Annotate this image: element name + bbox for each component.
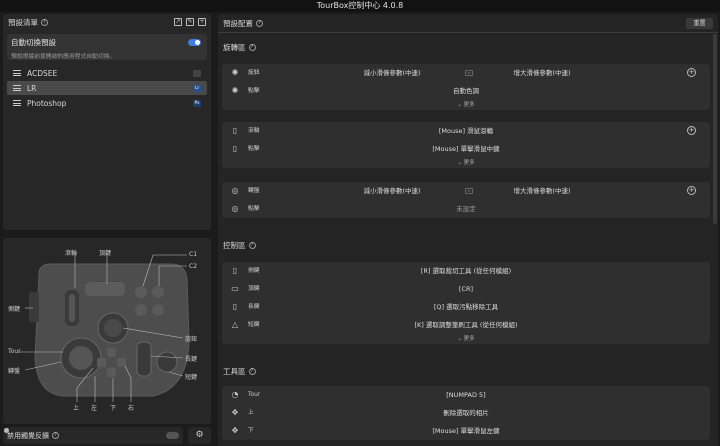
dial-click-row[interactable]: ◎ 點擊 未設定 (222, 200, 710, 218)
add-icon[interactable]: + (198, 18, 206, 26)
scroll-click-row[interactable]: ▯ 點擊 [Mouse] 單擊滑鼠中鍵 (222, 140, 710, 158)
more-button[interactable]: ⌄ 更多 (222, 334, 710, 344)
knob-left-action[interactable]: 減小滑條參數(中速) (322, 64, 462, 82)
auto-switch-desc: 預設根據前景開啟的應用程式自動切換。 (11, 54, 116, 60)
export-icon[interactable]: ↗ (174, 18, 182, 26)
dial-left-action[interactable]: 減小滑條參數(中速) (322, 182, 462, 200)
preset-list: ACDSEE LR Lr Photoshop Ps (3, 66, 211, 110)
more-button[interactable]: ⌄ 更多 (222, 100, 710, 110)
knob-icon: ✺ (231, 68, 239, 77)
label-tall: 長鍵 (185, 356, 198, 363)
control-group: ▯ 側鍵 [R] 選取裁切工具 (從任何模組) ▭ 頂鍵 [CR] ▯ 長鍵 [Q] 選取污點移… (222, 262, 710, 344)
control-row[interactable]: ▯ 側鍵 [R] 選取裁切工具 (從任何模組) (222, 262, 710, 280)
section-control: 控制區? (223, 240, 256, 251)
add-combo-icon[interactable]: + (687, 186, 696, 195)
knob-click-row[interactable]: ✺ 點擊 自動色調 (222, 82, 710, 100)
label-short: 短鍵 (185, 374, 198, 381)
menu-icon (13, 85, 21, 91)
left-panel: 預設清單 ? ↗ ✎ + 自動切換預設 預設根據前景開啟的應用程式自動切換。 A… (0, 12, 214, 446)
add-combo-icon[interactable]: + (687, 68, 696, 77)
section-tool: 工具區? (223, 366, 256, 377)
app-badge-icon: Ps (193, 99, 201, 107)
knob-right-action[interactable]: 增大滑條參數(中速) (472, 64, 612, 82)
label-right: 右 (128, 405, 135, 412)
tool-help-icon[interactable]: ? (248, 368, 256, 375)
chevron-down-icon: ⌄ (457, 336, 462, 342)
preset-list-title: 預設清單 (8, 17, 38, 27)
preset-item[interactable]: ACDSEE (7, 66, 207, 80)
help-icon[interactable]: ? (41, 18, 48, 26)
label-tour: Tour (8, 348, 21, 355)
preset-list-header: 預設清單 ? ↗ ✎ + (3, 14, 211, 30)
tool-row[interactable]: ✥ 上刪除選取的相片 (222, 404, 710, 422)
haptic-toggle[interactable] (166, 432, 179, 439)
preset-name: LR (27, 83, 37, 93)
window-title: TourBox控制中心 4.0.8 (0, 0, 720, 12)
knob-group: ✺ 旋鈕 減小滑條參數(中速) ⇔ 增大滑條參數(中速) + ✺ 點擊 自動色調… (222, 64, 710, 110)
preset-list-panel: 預設清單 ? ↗ ✎ + 自動切換預設 預設根據前景開啟的應用程式自動切換。 A… (3, 14, 211, 230)
dial-right-action[interactable]: 增大滑條參數(中速) (472, 182, 612, 200)
scroll-group: ▯ 滾輪 [Mouse] 滑鼠滾輪 + ▯ 點擊 [Mouse] 單擊滑鼠中鍵 … (222, 122, 710, 168)
scroll-row[interactable]: ▯ 滾輪 [Mouse] 滑鼠滾輪 + (222, 122, 710, 140)
preset-name: Photoshop (27, 98, 67, 108)
more-button[interactable]: ⌄ 更多 (222, 158, 710, 168)
label-dial: 轉盤 (8, 368, 21, 375)
tool-row[interactable]: ◔ Tour [NUMPAD 5] (222, 386, 710, 404)
section-rotary: 旋轉區? (223, 42, 256, 53)
label-top: 頂鍵 (99, 250, 112, 257)
control-help-icon[interactable]: ? (248, 242, 256, 249)
edit-icon[interactable]: ✎ (186, 18, 194, 26)
haptic-label: 禁用觸覺反饋 (7, 431, 49, 440)
haptic-bar: 禁用觸覺反饋 ? (3, 427, 183, 444)
preset-config-panel: 預設配置 ? 重置 旋轉區? ✺ 旋鈕 減小滑條參數(中速) ⇔ 增大滑條參數(… (218, 14, 718, 446)
menu-icon (13, 100, 21, 106)
app-badge-icon: Lr (193, 84, 201, 92)
config-header: 預設配置 ? 重置 (218, 14, 718, 32)
tourbox-device-illustration (19, 254, 190, 402)
preset-item[interactable]: LR Lr (7, 81, 207, 95)
label-left: 左 (91, 405, 98, 412)
control-row[interactable]: ▭ 頂鍵 [CR] (222, 280, 710, 298)
label-c1: C1 (189, 251, 198, 258)
dial-rotate-row[interactable]: ◎ 轉盤 減小滑條參數(中速) ⇔ 增大滑條參數(中速) + (222, 182, 710, 200)
tool-row[interactable]: ✥ 下 [Mouse] 單擊滑鼠左鍵 (222, 422, 710, 440)
chevron-down-icon: ⌄ (457, 160, 462, 166)
label-down: 下 (110, 405, 117, 412)
preset-item[interactable]: Photoshop Ps (7, 96, 207, 110)
tool-group: ◔ Tour [NUMPAD 5] ✥ 上刪除選取的相片 ✥ 下 [Mouse] 單擊滑鼠左鍵 (222, 386, 710, 440)
auto-switch-title: 自動切換預設 (11, 38, 56, 47)
rotary-help-icon[interactable]: ? (248, 44, 256, 51)
menu-icon (13, 70, 21, 76)
reset-button[interactable]: 重置 (686, 17, 713, 29)
label-side: 側鍵 (8, 306, 21, 313)
app-badge-icon (193, 69, 201, 77)
control-row[interactable]: △ 短鍵 [K] 選取調整筆刷工具 (從任何模組) (222, 316, 710, 334)
config-title: 預設配置 (223, 18, 253, 28)
dial-group: ◎ 轉盤 減小滑條參數(中速) ⇔ 增大滑條參數(中速) + ◎ 點擊 未設定 (222, 182, 710, 218)
config-help-icon[interactable]: ? (256, 19, 263, 27)
control-row[interactable]: ▯ 長鍵 [Q] 選取污點移除工具 (222, 298, 710, 316)
auto-switch-box: 自動切換預設 預設根據前景開啟的應用程式自動切換。 (7, 34, 207, 60)
device-diagram-panel: 滾輪 頂鍵 C1 C2 側鍵 Tour 轉盤 旋鈕 長鍵 短鍵 上 左 下 右 (3, 238, 211, 424)
auto-switch-toggle[interactable] (188, 39, 201, 46)
chevron-down-icon: ⌄ (457, 102, 462, 108)
dial-icon: ◎ (231, 186, 239, 195)
label-c2: C2 (189, 263, 198, 270)
label-up: 上 (73, 405, 80, 412)
add-combo-icon[interactable]: + (687, 126, 696, 135)
haptic-help-icon[interactable]: ? (52, 432, 59, 439)
scrollbar[interactable] (713, 34, 717, 224)
preset-name: ACDSEE (27, 68, 58, 78)
label-knob: 旋鈕 (185, 336, 198, 343)
label-scroll: 滾輪 (65, 250, 78, 257)
settings-gear-icon[interactable]: ⚙ (188, 427, 211, 444)
knob-rotate-row[interactable]: ✺ 旋鈕 減小滑條參數(中速) ⇔ 增大滑條參數(中速) + (222, 64, 710, 82)
